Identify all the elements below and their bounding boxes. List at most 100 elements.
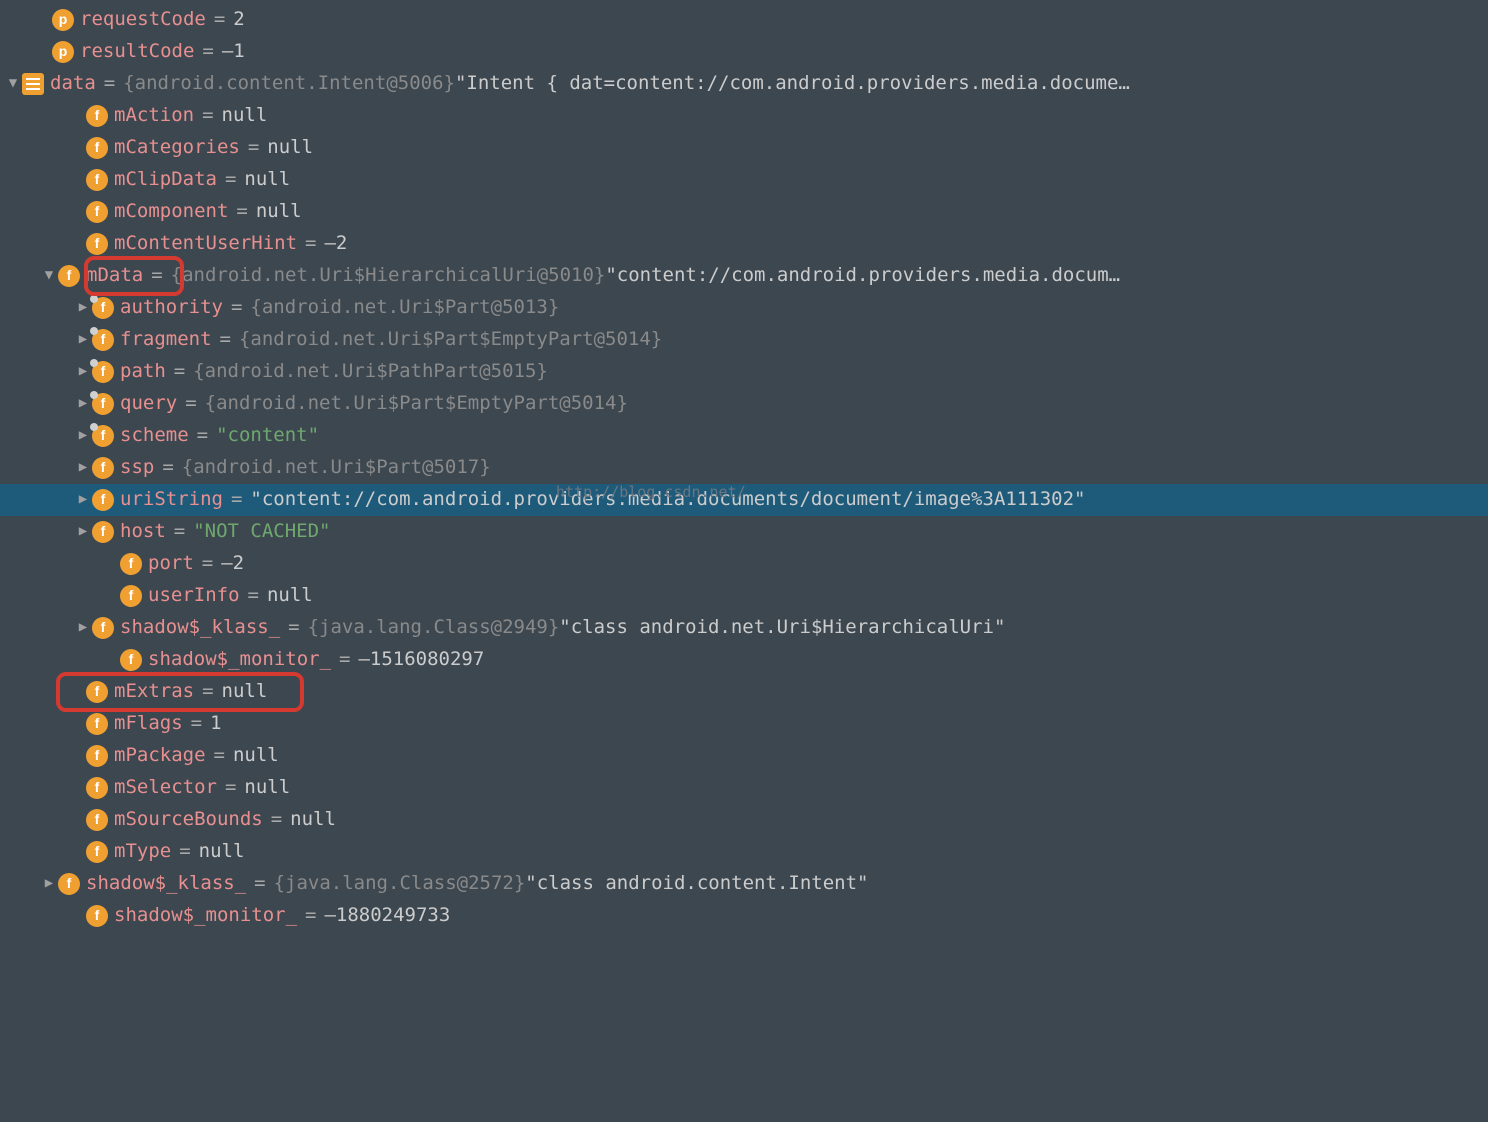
variable-row[interactable]: ▶fhost="NOT CACHED"	[0, 516, 1488, 548]
variable-row[interactable]: ▶fquery={android.net.Uri$Part$EmptyPart@…	[0, 388, 1488, 420]
field-icon: f	[86, 713, 108, 735]
equals-sign: =	[179, 836, 190, 867]
variable-row[interactable]: fmSourceBounds=null	[0, 804, 1488, 836]
variable-name: fragment	[120, 324, 212, 355]
equals-sign: =	[231, 292, 242, 323]
expand-arrow-icon[interactable]: ▶	[74, 520, 92, 543]
field-icon: f	[86, 777, 108, 799]
equals-sign: =	[202, 36, 213, 67]
variable-name: shadow$_klass_	[120, 612, 280, 643]
type-info: {android.net.Uri$Part@5013}	[250, 292, 559, 323]
variable-value: null	[222, 100, 268, 131]
collapse-arrow-icon[interactable]: ▼	[4, 72, 22, 95]
equals-sign: =	[162, 452, 173, 483]
variable-row[interactable]: fport=–2	[0, 548, 1488, 580]
variable-row[interactable]: ▶fshadow$_klass_={java.lang.Class@2949} …	[0, 612, 1488, 644]
collapse-arrow-icon[interactable]: ▼	[40, 264, 58, 287]
variable-value: "class android.content.Intent"	[525, 868, 868, 899]
variable-row[interactable]: presultCode=–1	[0, 36, 1488, 68]
expand-arrow-icon[interactable]: ▶	[40, 872, 58, 895]
variable-row[interactable]: fshadow$_monitor_=–1516080297	[0, 644, 1488, 676]
variable-name: mSourceBounds	[114, 804, 263, 835]
field-icon: f	[92, 425, 114, 447]
variable-row[interactable]: ▶ffragment={android.net.Uri$Part$EmptyPa…	[0, 324, 1488, 356]
variable-name: path	[120, 356, 166, 387]
variable-row[interactable]: fmType=null	[0, 836, 1488, 868]
equals-sign: =	[248, 132, 259, 163]
variable-row[interactable]: fshadow$_monitor_=–1880249733	[0, 900, 1488, 932]
variable-row[interactable]: fmExtras=null	[0, 676, 1488, 708]
debug-variables-panel: prequestCode=2presultCode=–1▼data={andro…	[0, 0, 1488, 952]
field-icon: f	[92, 393, 114, 415]
field-icon: f	[86, 201, 108, 223]
variable-value: null	[267, 580, 313, 611]
variable-name: mSelector	[114, 772, 217, 803]
parameter-icon: p	[52, 41, 74, 63]
variable-name: host	[120, 516, 166, 547]
variable-row[interactable]: fmPackage=null	[0, 740, 1488, 772]
variable-name: mExtras	[114, 676, 194, 707]
variable-name: mAction	[114, 100, 194, 131]
field-icon: f	[92, 329, 114, 351]
field-icon: f	[92, 489, 114, 511]
expand-arrow-icon[interactable]: ▶	[74, 456, 92, 479]
variable-name: port	[148, 548, 194, 579]
equals-sign: =	[191, 708, 202, 739]
field-icon: f	[86, 905, 108, 927]
variable-row[interactable]: fmContentUserHint=–2	[0, 228, 1488, 260]
variable-tree[interactable]: prequestCode=2presultCode=–1▼data={andro…	[0, 0, 1488, 952]
field-icon: f	[92, 617, 114, 639]
variable-name: mData	[86, 260, 143, 291]
variable-value: null	[290, 804, 336, 835]
variable-value: null	[244, 772, 290, 803]
variable-row[interactable]: ▶fpath={android.net.Uri$PathPart@5015}	[0, 356, 1488, 388]
expand-arrow-icon[interactable]: ▶	[74, 616, 92, 639]
equals-sign: =	[185, 388, 196, 419]
variable-row[interactable]: fmAction=null	[0, 100, 1488, 132]
variable-row[interactable]: ▼fmData={android.net.Uri$HierarchicalUri…	[0, 260, 1488, 292]
watermark-text: http://blog.csdn.net/	[556, 480, 746, 505]
variable-name: mType	[114, 836, 171, 867]
expand-arrow-icon[interactable]: ▶	[74, 488, 92, 511]
variable-value: null	[267, 132, 313, 163]
variable-row[interactable]: prequestCode=2	[0, 4, 1488, 36]
variable-row[interactable]: fmCategories=null	[0, 132, 1488, 164]
equals-sign: =	[248, 580, 259, 611]
type-info: {android.net.Uri$Part@5017}	[182, 452, 491, 483]
variable-row[interactable]: fmClipData=null	[0, 164, 1488, 196]
variable-name: mClipData	[114, 164, 217, 195]
variable-row[interactable]: fmSelector=null	[0, 772, 1488, 804]
variable-row[interactable]: fuserInfo=null	[0, 580, 1488, 612]
variable-name: data	[50, 68, 96, 99]
field-icon: f	[58, 265, 80, 287]
field-icon: f	[58, 873, 80, 895]
object-icon	[22, 73, 44, 95]
variable-row[interactable]: ▼data={android.content.Intent@5006} "Int…	[0, 68, 1488, 100]
variable-row[interactable]: ▶fauthority={android.net.Uri$Part@5013}	[0, 292, 1488, 324]
variable-name: shadow$_klass_	[86, 868, 246, 899]
field-icon: f	[86, 169, 108, 191]
type-info: {java.lang.Class@2572}	[274, 868, 526, 899]
equals-sign: =	[197, 420, 208, 451]
variable-name: shadow$_monitor_	[148, 644, 331, 675]
variable-row[interactable]: fmFlags=1	[0, 708, 1488, 740]
field-icon: f	[86, 841, 108, 863]
equals-sign: =	[231, 484, 242, 515]
field-icon: f	[120, 649, 142, 671]
variable-name: shadow$_monitor_	[114, 900, 297, 931]
variable-value: null	[256, 196, 302, 227]
equals-sign: =	[174, 516, 185, 547]
equals-sign: =	[288, 612, 299, 643]
equals-sign: =	[202, 676, 213, 707]
variable-row[interactable]: ▶fshadow$_klass_={java.lang.Class@2572} …	[0, 868, 1488, 900]
field-icon: f	[120, 553, 142, 575]
variable-name: mCategories	[114, 132, 240, 163]
field-icon: f	[92, 457, 114, 479]
type-info: {android.net.Uri$Part$EmptyPart@5014}	[205, 388, 628, 419]
variable-row[interactable]: fmComponent=null	[0, 196, 1488, 228]
variable-value: –2	[324, 228, 347, 259]
equals-sign: =	[202, 100, 213, 131]
equals-sign: =	[305, 900, 316, 931]
field-icon: f	[86, 681, 108, 703]
variable-row[interactable]: ▶fscheme="content"	[0, 420, 1488, 452]
